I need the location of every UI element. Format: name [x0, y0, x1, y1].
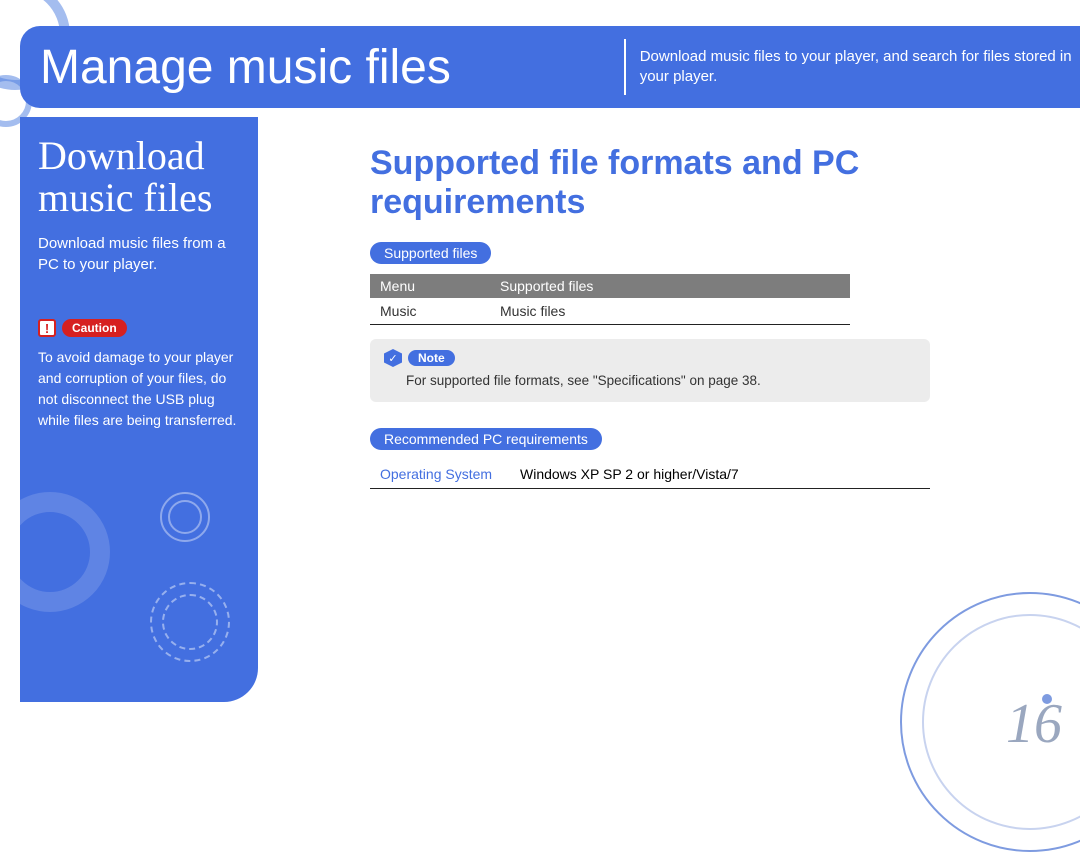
sidebar-subtitle: Download music files from a PC to your p… — [38, 233, 240, 275]
table-header-menu: Menu — [370, 274, 490, 298]
note-box: ✓ Note For supported file formats, see "… — [370, 339, 930, 402]
caution-text: To avoid damage to your player and corru… — [38, 347, 240, 431]
table-cell-menu: Music — [370, 298, 490, 325]
page-title: Supported file formats and PC requiremen… — [370, 144, 1052, 222]
table-header-supported: Supported files — [490, 274, 850, 298]
note-text: For supported file formats, see "Specifi… — [384, 373, 916, 388]
supported-files-heading: Supported files — [370, 242, 491, 264]
page-number: 16 — [1006, 692, 1062, 756]
table-row: Operating System Windows XP SP 2 or high… — [370, 460, 930, 489]
main-content: Supported file formats and PC requiremen… — [370, 144, 1052, 489]
caution-label: Caution — [62, 319, 127, 337]
supported-files-table: Menu Supported files Music Music files — [370, 274, 850, 325]
req-value: Windows XP SP 2 or higher/Vista/7 — [510, 460, 930, 489]
header-divider — [624, 39, 626, 95]
req-label: Operating System — [370, 460, 510, 489]
header-description: Download music files to your player, and… — [640, 47, 1080, 88]
sidebar-title: Download music files — [38, 135, 240, 219]
header-bar: Manage music files Download music files … — [20, 26, 1080, 108]
pc-requirements-table: Operating System Windows XP SP 2 or high… — [370, 460, 930, 489]
note-label: Note — [408, 350, 455, 366]
note-icon: ✓ — [384, 349, 402, 367]
table-cell-files: Music files — [490, 298, 850, 325]
sidebar: Download music files Download music file… — [20, 117, 258, 702]
table-row: Music Music files — [370, 298, 850, 325]
header-title: Manage music files — [20, 40, 610, 95]
caution-heading: ! Caution — [38, 319, 240, 337]
caution-icon: ! — [38, 319, 56, 337]
pc-requirements-heading: Recommended PC requirements — [370, 428, 602, 450]
